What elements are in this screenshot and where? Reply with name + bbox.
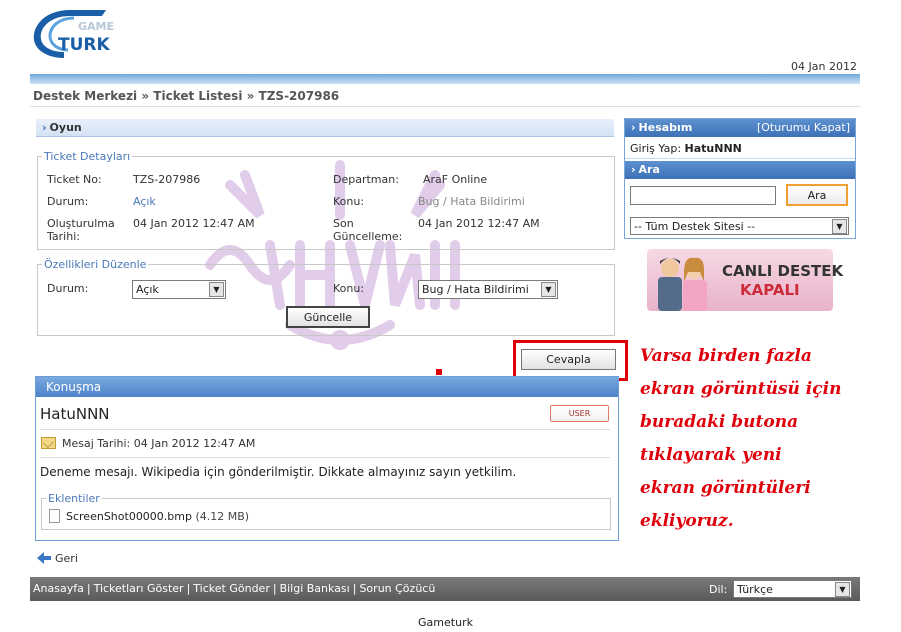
language-select-value: Türkçe (737, 583, 773, 596)
login-info: Giriş Yap: HatuNNN (630, 142, 742, 155)
divider (40, 457, 610, 458)
footer-nav: Anasayfa | Ticketları Göster | Ticket Gönder… (33, 582, 435, 595)
status-select[interactable]: Açık ▼ (132, 280, 226, 299)
separator: | (352, 582, 357, 595)
conversation-title: Konuşma (36, 377, 618, 397)
footer-link-home[interactable]: Anasayfa (33, 582, 84, 595)
copyright: Gameturk (418, 616, 473, 629)
live-support-status: KAPALI (740, 281, 800, 299)
breadcrumb[interactable]: Destek Merkezi » Ticket Listesi » TZS-20… (33, 89, 339, 103)
edit-topic-label: Konu: (333, 282, 365, 295)
status-value: Açık (133, 195, 156, 208)
annotation-text: Varsa birden fazla ekran görüntüsü için … (640, 340, 880, 538)
topic-select[interactable]: Bug / Hata Bildirimi ▼ (418, 280, 558, 299)
mail-icon (41, 437, 56, 449)
attachment-item[interactable]: ScreenShot00000.bmp (4.12 MB) (66, 510, 249, 523)
ticket-no-value: TZS-207986 (133, 173, 201, 186)
language-select[interactable]: Türkçe ▼ (733, 580, 852, 598)
chevron-right-icon: › (631, 121, 636, 134)
back-arrow-icon[interactable] (37, 552, 51, 564)
section-header-oyun: › Oyun (36, 119, 614, 137)
section-title: Oyun (49, 121, 82, 134)
gameturk-logo[interactable]: GAME TURK (30, 6, 130, 64)
account-header: › Hesabım [Oturumu Kapat] (625, 119, 855, 137)
account-title: Hesabım (638, 121, 693, 134)
footer-link-submit[interactable]: Ticket Gönder (193, 582, 270, 595)
logout-link[interactable]: [Oturumu Kapat] (757, 121, 850, 134)
site-select[interactable]: -- Tüm Destek Sitesi -- ▼ (630, 217, 849, 235)
attachment-size: (4.12 MB) (195, 510, 250, 523)
chevron-right-icon: › (42, 121, 47, 134)
search-button[interactable]: Ara (786, 184, 848, 206)
annotation-line: ekran görüntüleri (640, 478, 811, 498)
chevron-down-icon: ▼ (209, 282, 224, 297)
ticket-no-label: Ticket No: (47, 173, 102, 186)
divider (625, 158, 855, 159)
updated-label: Son Güncelleme: (333, 217, 403, 243)
message-date: Mesaj Tarihi: 04 Jan 2012 12:47 AM (62, 437, 256, 450)
support-agents-illustration (658, 257, 707, 311)
search-title: Ara (638, 163, 660, 176)
topic-value: Bug / Hata Bildirimi (418, 195, 525, 208)
created-label: Oluşturulma Tarihi: (47, 217, 115, 243)
back-link[interactable]: Geri (55, 552, 78, 565)
login-label: Giriş Yap: (630, 142, 682, 155)
logo-text-game: GAME (78, 20, 114, 33)
user-role-badge: USER (550, 405, 609, 422)
edit-properties-legend: Özellikleri Düzenle (44, 258, 147, 271)
separator: | (86, 582, 91, 595)
header-date: 04 Jan 2012 (791, 60, 857, 73)
annotation-line: Varsa birden fazla (640, 346, 812, 366)
topic-label: Konu: (333, 195, 365, 208)
search-header: › Ara (625, 161, 855, 179)
annotation-line: tıklayarak yeni (640, 445, 782, 465)
login-user: HatuNNN (684, 142, 742, 155)
chevron-down-icon: ▼ (541, 282, 556, 297)
message-author: HatuNNN (40, 405, 110, 423)
separator: | (186, 582, 191, 595)
logo-text-turk: TURK (58, 35, 110, 55)
department-value: AraF Online (423, 173, 488, 186)
footer-link-tickets[interactable]: Ticketları Göster (94, 582, 184, 595)
annotation-line: ekran görüntüsü için (640, 379, 842, 399)
footer-link-troubleshooter[interactable]: Sorun Çözücü (359, 582, 435, 595)
attachment-link[interactable]: ScreenShot00000.bmp (66, 510, 192, 523)
header-bar (30, 74, 860, 84)
separator: | (272, 582, 277, 595)
chevron-down-icon: ▼ (835, 582, 850, 597)
live-support-title: CANLI DESTEK (722, 262, 844, 280)
chevron-right-icon: › (631, 163, 636, 176)
attachments-legend: Eklentiler (48, 492, 100, 505)
topic-select-value: Bug / Hata Bildirimi (422, 283, 529, 296)
divider (40, 429, 610, 430)
chevron-down-icon: ▼ (832, 219, 847, 234)
updated-value: 04 Jan 2012 12:47 AM (418, 217, 540, 230)
divider (30, 106, 860, 107)
annotation-line: buradaki butona (640, 412, 799, 432)
edit-status-label: Durum: (47, 282, 89, 295)
language-label: Dil: (709, 583, 728, 596)
search-input[interactable] (630, 186, 776, 205)
footer-link-knowledgebase[interactable]: Bilgi Bankası (280, 582, 350, 595)
update-button[interactable]: Güncelle (286, 306, 370, 328)
status-label: Durum: (47, 195, 89, 208)
status-select-value: Açık (136, 283, 159, 296)
message-body: Deneme mesajı. Wikipedia için gönderilmi… (40, 465, 517, 479)
ticket-details-legend: Ticket Detayları (44, 150, 131, 163)
reply-button[interactable]: Cevapla (521, 349, 616, 370)
department-label: Departman: (333, 173, 399, 186)
site-select-value: -- Tüm Destek Sitesi -- (634, 220, 756, 233)
created-value: 04 Jan 2012 12:47 AM (133, 217, 255, 230)
annotation-line: ekliyoruz. (640, 511, 734, 531)
file-icon (49, 509, 60, 523)
marker-dot (436, 369, 442, 375)
